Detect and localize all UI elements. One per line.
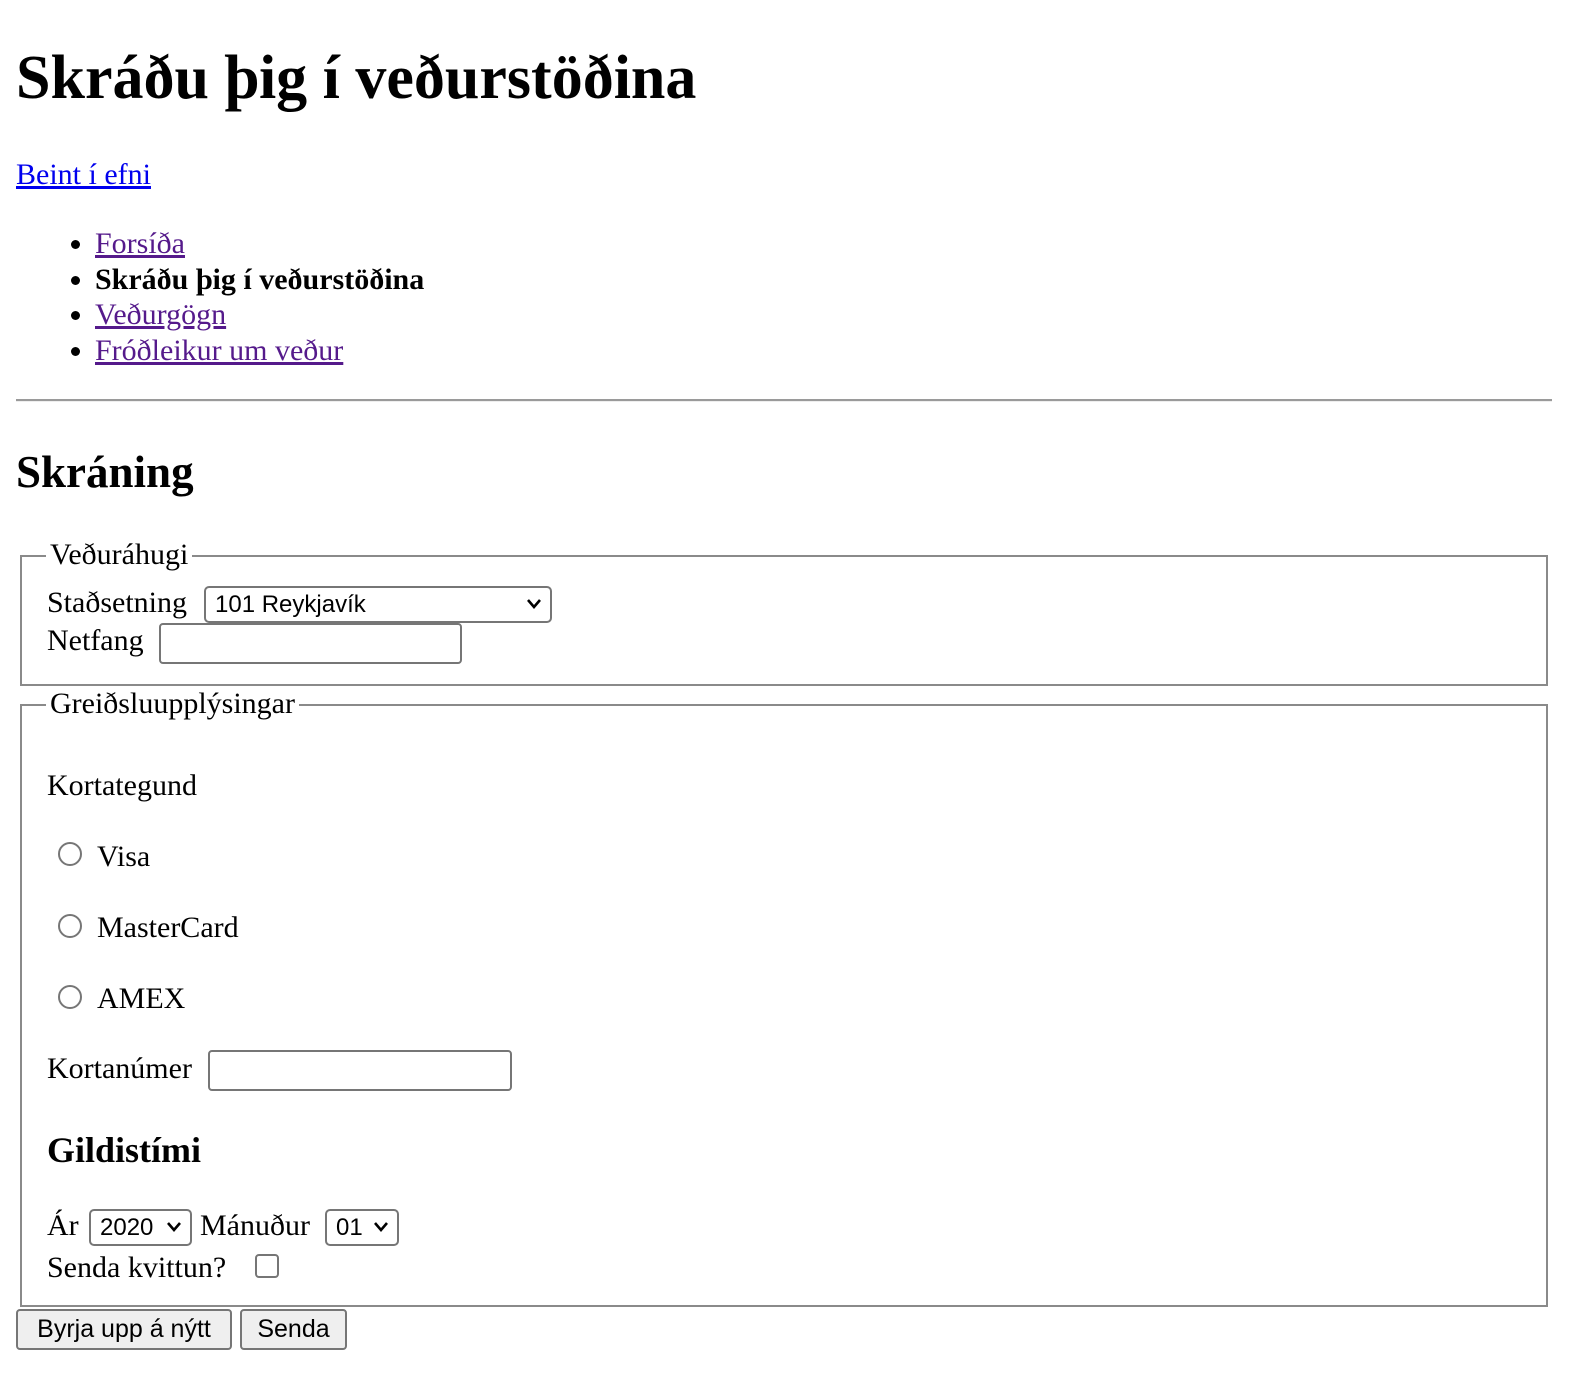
location-select[interactable]: 101 Reykjavík	[204, 586, 552, 623]
divider	[16, 399, 1552, 402]
card-type-label: Kortategund	[47, 769, 197, 802]
nav-link-weather-data[interactable]: Veðurgögn	[95, 298, 226, 331]
year-select[interactable]: 2020	[89, 1209, 192, 1246]
month-label: Mánuður	[200, 1209, 310, 1242]
nav-link-weather-info[interactable]: Fróðleikur um veður	[95, 334, 343, 367]
interest-fieldset: Veðuráhugi Staðsetning 101 Reykjavík Net…	[20, 537, 1548, 686]
year-select-value: 2020	[100, 1214, 154, 1241]
location-label: Staðsetning	[47, 586, 187, 619]
radio-mastercard-label: MasterCard	[97, 911, 239, 944]
receipt-checkbox[interactable]	[255, 1254, 279, 1278]
main-nav: Forsíða Skráðu þig í veðurstöðina Veðurg…	[16, 226, 424, 368]
month-select[interactable]: 01	[325, 1209, 399, 1246]
location-select-value: 101 Reykjavík	[215, 591, 366, 618]
email-label: Netfang	[47, 624, 144, 657]
chevron-down-icon	[527, 599, 541, 609]
expiry-heading: Gildistími	[47, 1130, 202, 1170]
nav-item-home: Forsíða	[95, 226, 424, 262]
reset-button[interactable]: Byrja upp á nýtt	[16, 1309, 232, 1350]
radio-visa-label: Visa	[97, 840, 151, 873]
radio-amex-label: AMEX	[97, 982, 186, 1015]
nav-item-register: Skráðu þig í veðurstöðina	[95, 262, 424, 298]
nav-current-register: Skráðu þig í veðurstöðina	[95, 262, 425, 296]
page-title: Skráðu þig í veðurstöðina	[16, 44, 697, 112]
nav-item-weather-info: Fróðleikur um veður	[95, 333, 424, 369]
nav-link-home[interactable]: Forsíða	[95, 227, 185, 260]
payment-legend: Greiðsluupplýsingar	[46, 686, 299, 722]
interest-legend: Veðuráhugi	[46, 537, 193, 573]
email-field[interactable]	[159, 623, 462, 664]
chevron-down-icon	[167, 1222, 181, 1232]
nav-item-weather-data: Veðurgögn	[95, 297, 424, 333]
year-label: Ár	[47, 1209, 79, 1242]
receipt-label: Senda kvittun?	[47, 1251, 227, 1284]
section-title: Skráning	[16, 447, 194, 497]
card-number-field[interactable]	[208, 1050, 512, 1091]
month-select-value: 01	[336, 1214, 363, 1241]
skip-to-content-link[interactable]: Beint í efni	[16, 156, 151, 194]
radio-amex[interactable]	[58, 985, 82, 1009]
submit-button[interactable]: Senda	[240, 1309, 347, 1350]
chevron-down-icon	[374, 1222, 388, 1232]
card-number-label: Kortanúmer	[47, 1052, 192, 1085]
radio-mastercard[interactable]	[58, 914, 82, 938]
payment-fieldset: Greiðsluupplýsingar Kortategund Visa Mas…	[20, 686, 1548, 1307]
radio-visa[interactable]	[58, 842, 82, 866]
